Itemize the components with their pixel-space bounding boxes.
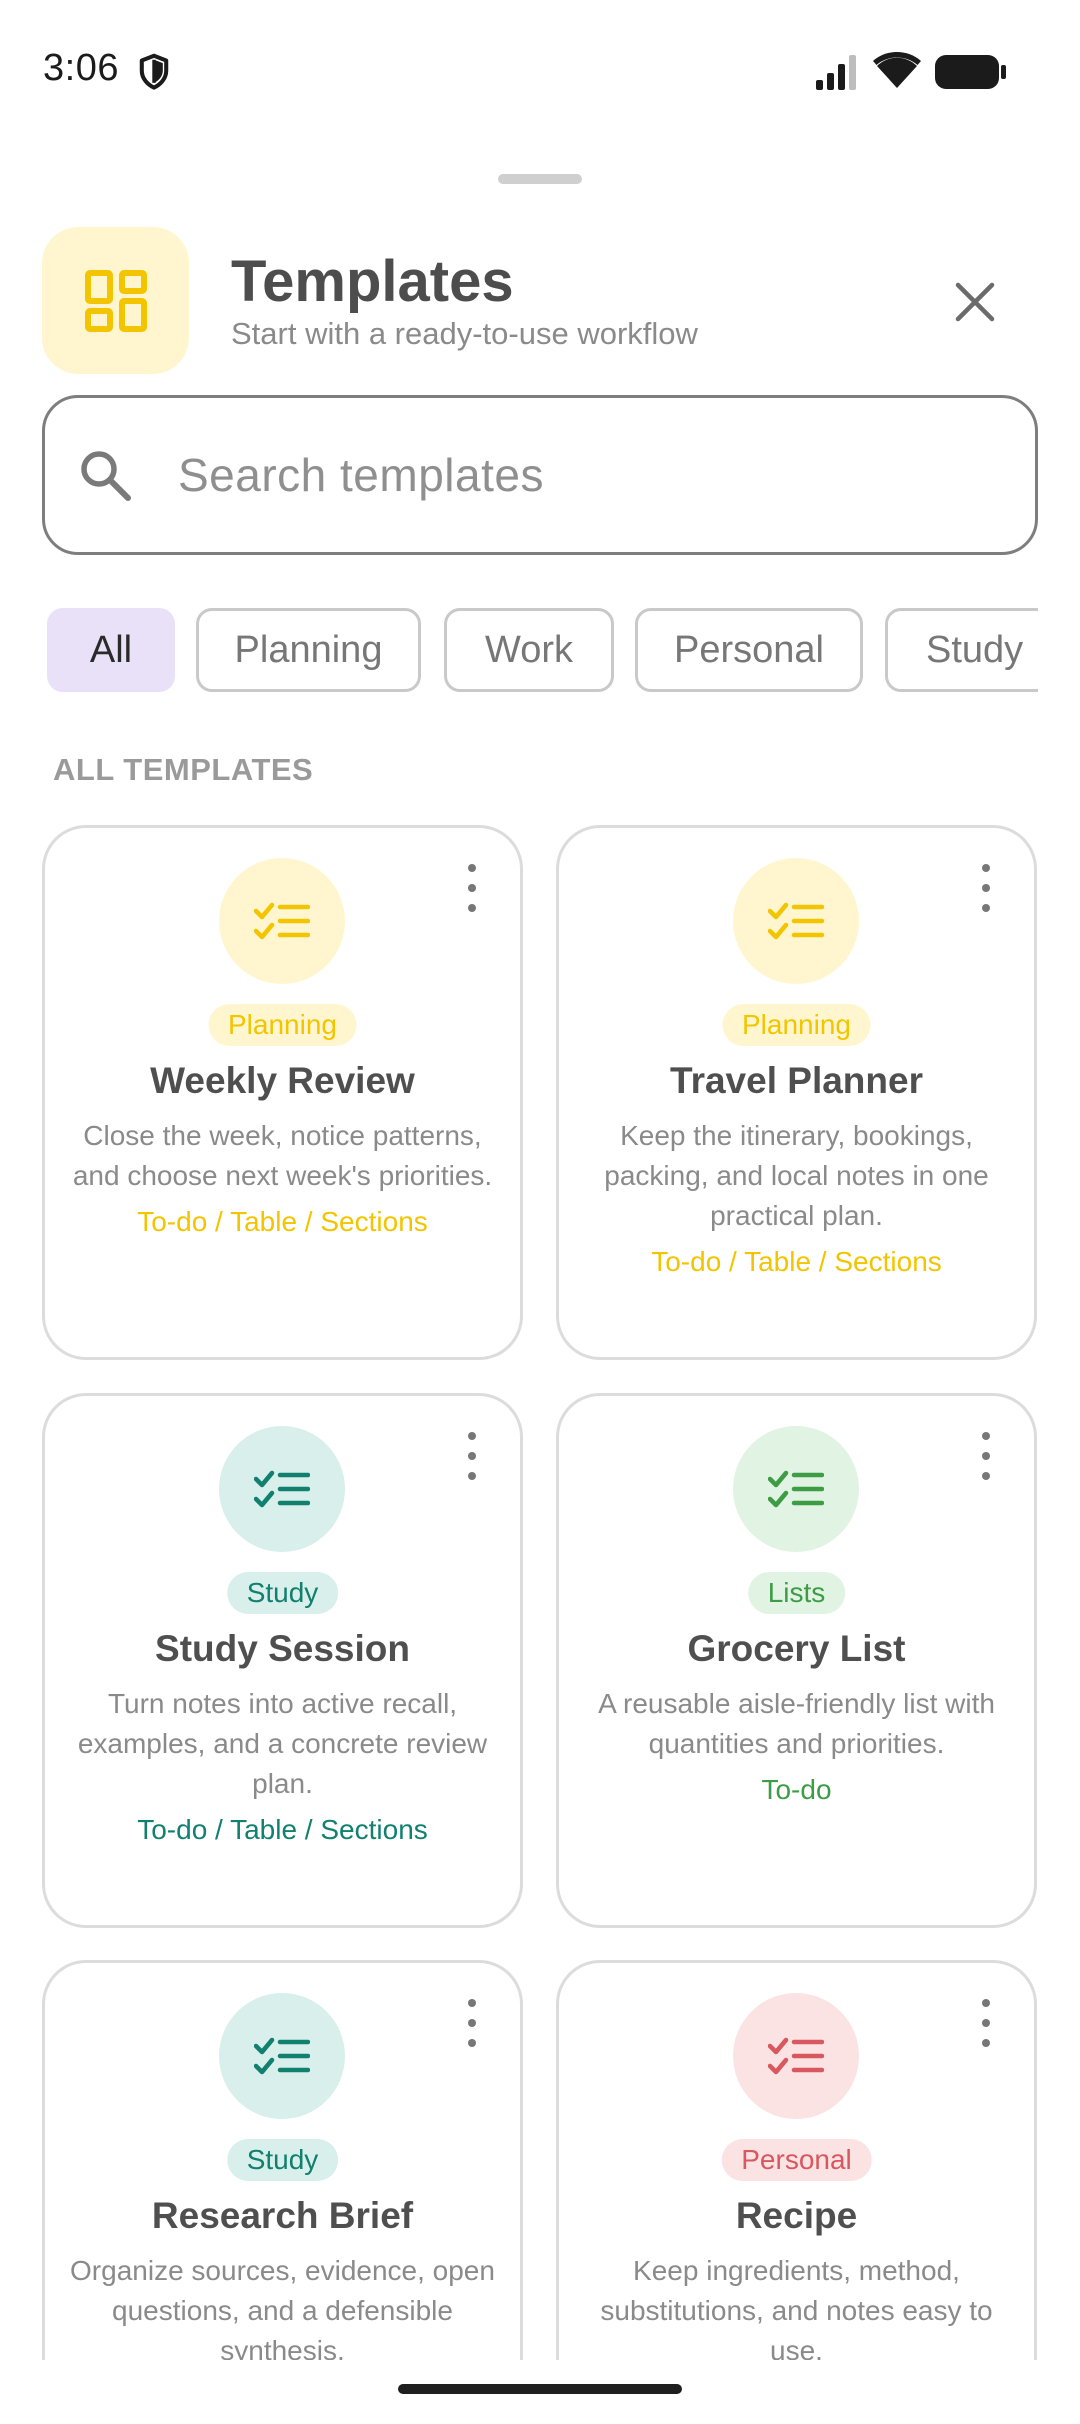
- shield-icon: [139, 53, 169, 90]
- template-title: Study Session: [155, 1628, 410, 1669]
- status-bar: 3:06: [0, 0, 1080, 140]
- template-description: Turn notes into active recall, examples,…: [77, 1688, 488, 1799]
- sheet-drag-handle[interactable]: [498, 174, 582, 184]
- more-options-icon[interactable]: [971, 1999, 1001, 2047]
- search-icon: [81, 451, 131, 501]
- template-title: Research Brief: [151, 2195, 414, 2236]
- template-title: Grocery List: [687, 1628, 906, 1669]
- more-options-icon[interactable]: [457, 1999, 487, 2047]
- category-tag: Study: [226, 2139, 339, 2181]
- search-input[interactable]: [178, 440, 998, 510]
- more-options-icon[interactable]: [457, 864, 487, 912]
- section-label: ALL TEMPLATES: [53, 752, 314, 787]
- checklist-icon: [733, 858, 859, 984]
- checklist-icon: [733, 1993, 859, 2119]
- template-card-grocery-list[interactable]: Lists Grocery List A reusable aisle-frie…: [556, 1393, 1037, 1928]
- chip-study[interactable]: Study: [885, 608, 1038, 692]
- page-subtitle: Start with a ready-to-use workflow: [231, 316, 698, 351]
- template-types: To-do / Table / Sections: [137, 1814, 428, 1845]
- filter-chips: All Planning Work Personal Study: [47, 608, 1038, 694]
- templates-grid-icon: [42, 227, 189, 374]
- template-types: To-do: [761, 1774, 832, 1805]
- template-card-research-brief[interactable]: Study Research Brief Organize sources, e…: [42, 1960, 523, 2424]
- category-tag: Personal: [721, 2139, 872, 2181]
- template-types: To-do / Table / Sections: [651, 1246, 942, 1277]
- category-tag: Lists: [747, 1572, 846, 1614]
- chip-planning[interactable]: Planning: [196, 608, 421, 692]
- chip-personal[interactable]: Personal: [635, 608, 863, 692]
- template-card-recipe[interactable]: Personal Recipe Keep ingredients, method…: [556, 1960, 1037, 2424]
- battery-icon: [935, 55, 1006, 89]
- category-tag: Planning: [722, 1004, 871, 1046]
- chip-all[interactable]: All: [47, 608, 175, 692]
- template-title: Travel Planner: [670, 1060, 923, 1101]
- more-options-icon[interactable]: [971, 1432, 1001, 1480]
- more-options-icon[interactable]: [457, 1432, 487, 1480]
- category-tag: Planning: [208, 1004, 357, 1046]
- close-icon: [955, 282, 995, 322]
- template-description: Keep the itinerary, bookings, packing, a…: [604, 1120, 989, 1231]
- template-card-travel-planner[interactable]: Planning Travel Planner Keep the itinera…: [556, 825, 1037, 1360]
- close-button[interactable]: [945, 272, 1005, 332]
- wifi-icon: [873, 52, 921, 88]
- category-tag: Study: [226, 1572, 339, 1614]
- page-title: Templates: [231, 249, 514, 314]
- chip-work[interactable]: Work: [444, 608, 614, 692]
- checklist-icon: [219, 1426, 345, 1552]
- checklist-icon: [733, 1426, 859, 1552]
- status-time: 3:06: [43, 47, 119, 89]
- checklist-icon: [219, 1993, 345, 2119]
- template-description: Organize sources, evidence, open questio…: [70, 2255, 495, 2366]
- home-indicator[interactable]: [398, 2384, 682, 2394]
- more-options-icon[interactable]: [971, 864, 1001, 912]
- template-title: Weekly Review: [150, 1060, 415, 1101]
- checklist-icon: [219, 858, 345, 984]
- template-title: Recipe: [735, 2195, 858, 2236]
- signal-icon: [816, 55, 856, 90]
- template-card-weekly-review[interactable]: Planning Weekly Review Close the week, n…: [42, 825, 523, 1360]
- template-description: A reusable aisle-friendly list with quan…: [598, 1688, 995, 1759]
- template-description: Close the week, notice patterns, and cho…: [72, 1120, 493, 1191]
- template-description: Keep ingredients, method, substitutions,…: [600, 2255, 993, 2366]
- template-card-study-session[interactable]: Study Study Session Turn notes into acti…: [42, 1393, 523, 1928]
- template-types: To-do / Table / Sections: [137, 1206, 428, 1237]
